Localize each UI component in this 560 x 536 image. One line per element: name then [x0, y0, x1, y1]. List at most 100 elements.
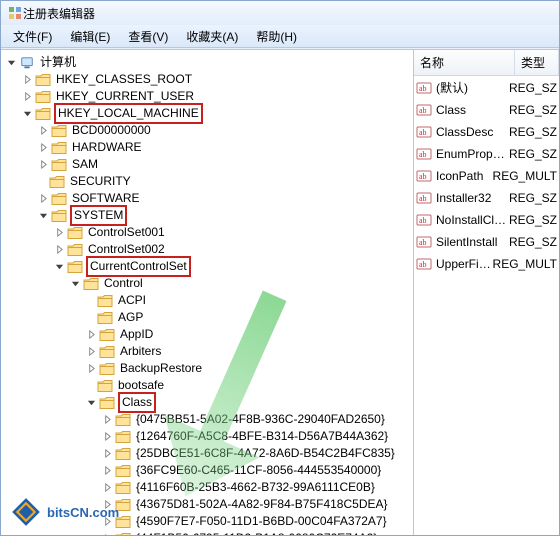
expander-icon[interactable]	[69, 278, 81, 290]
expander-icon[interactable]	[21, 91, 33, 103]
tree-label: ControlSet001	[86, 224, 167, 241]
value-type: REG_SZ	[509, 125, 557, 139]
tree-item-system[interactable]: SYSTEM	[5, 207, 413, 224]
folder-icon	[97, 379, 113, 393]
tree-item[interactable]: HARDWARE	[5, 139, 413, 156]
string-value-icon	[416, 234, 432, 250]
expander-icon[interactable]	[101, 533, 113, 536]
list-row[interactable]: NoInstallClassREG_SZ	[414, 209, 559, 231]
expander-icon[interactable]	[101, 516, 113, 528]
menu-file[interactable]: 文件(F)	[5, 26, 60, 47]
value-name: UpperFilters	[436, 257, 493, 271]
value-type: REG_SZ	[509, 235, 557, 249]
tree-item[interactable]: AppID	[5, 326, 413, 343]
expander-icon[interactable]	[101, 431, 113, 443]
expander-icon[interactable]	[37, 159, 49, 171]
tree-item[interactable]: {0475BB51-5A02-4F8B-936C-29040FAD2650}	[5, 411, 413, 428]
tree-label: Arbiters	[118, 343, 163, 360]
tree-label: {4116F60B-25B3-4662-B732-99A6111CE0B}	[134, 479, 377, 496]
tree-item-class[interactable]: Class	[5, 394, 413, 411]
expander-icon[interactable]	[37, 142, 49, 154]
col-header-name[interactable]: 名称	[414, 50, 515, 75]
expander-icon[interactable]	[53, 261, 65, 273]
expander-icon[interactable]	[21, 74, 33, 86]
folder-icon	[115, 498, 131, 512]
expander-icon[interactable]	[101, 465, 113, 477]
value-type: REG_SZ	[509, 191, 557, 205]
folder-icon	[99, 396, 115, 410]
value-type: REG_MULT	[493, 169, 557, 183]
tree-item[interactable]: SOFTWARE	[5, 190, 413, 207]
tree-item[interactable]: BackupRestore	[5, 360, 413, 377]
expander-icon[interactable]	[101, 482, 113, 494]
tree-item-ccs[interactable]: CurrentControlSet	[5, 258, 413, 275]
tree-item[interactable]: {4116F60B-25B3-4662-B732-99A6111CE0B}	[5, 479, 413, 496]
tree-item[interactable]: {44F1B56-6795-11D2-B1A8-0080C72E74A2}	[5, 530, 413, 535]
list-row[interactable]: UpperFiltersREG_MULT	[414, 253, 559, 275]
computer-icon	[19, 56, 35, 70]
tree-label: SAM	[70, 156, 100, 173]
menubar: 文件(F) 编辑(E) 查看(V) 收藏夹(A) 帮助(H)	[1, 25, 559, 48]
tree-item[interactable]: BCD00000000	[5, 122, 413, 139]
tree-label: {0475BB51-5A02-4F8B-936C-29040FAD2650}	[134, 411, 387, 428]
tree-item[interactable]: bootsafe	[5, 377, 413, 394]
tree-item[interactable]: ControlSet001	[5, 224, 413, 241]
tree-item-hklm[interactable]: HKEY_LOCAL_MACHINE	[5, 105, 413, 122]
expander-icon[interactable]	[101, 499, 113, 511]
tree-pane[interactable]: 计算机 HKEY_CLASSES_ROOT HKEY_CURRENT_USER …	[1, 50, 414, 535]
tree-item[interactable]: {36FC9E60-C465-11CF-8056-444553540000}	[5, 462, 413, 479]
tree-item[interactable]: {1264760F-A5C8-4BFE-B314-D56A7B44A362}	[5, 428, 413, 445]
expander-icon[interactable]	[85, 397, 97, 409]
folder-icon	[51, 209, 67, 223]
expander-icon[interactable]	[5, 57, 17, 69]
tree-item[interactable]: {25DBCE51-6C8F-4A72-8A6D-B54C2B4FC835}	[5, 445, 413, 462]
tree-root[interactable]: 计算机	[5, 54, 413, 71]
expander-icon[interactable]	[53, 244, 65, 256]
value-type: REG_SZ	[509, 213, 557, 227]
list-row[interactable]: SilentInstallREG_SZ	[414, 231, 559, 253]
folder-icon	[115, 515, 131, 529]
string-value-icon	[416, 124, 432, 140]
value-type: REG_MULT	[493, 257, 557, 271]
window-title: 注册表编辑器	[23, 5, 95, 22]
expander-icon[interactable]	[101, 448, 113, 460]
col-header-type[interactable]: 类型	[515, 50, 559, 75]
expander-icon[interactable]	[85, 346, 97, 358]
list-row[interactable]: ClassREG_SZ	[414, 99, 559, 121]
expander-icon[interactable]	[37, 210, 49, 222]
tree-item[interactable]: {43675D81-502A-4A82-9F84-B75F418C5DEA}	[5, 496, 413, 513]
expander-icon[interactable]	[85, 329, 97, 341]
list-row[interactable]: (默认)REG_SZ	[414, 76, 559, 99]
tree-item[interactable]: SAM	[5, 156, 413, 173]
tree-item[interactable]: ControlSet002	[5, 241, 413, 258]
expander-icon[interactable]	[21, 108, 33, 120]
menu-view[interactable]: 查看(V)	[120, 26, 176, 47]
expander-icon[interactable]	[85, 363, 97, 375]
tree-item-control[interactable]: Control	[5, 275, 413, 292]
folder-icon	[115, 447, 131, 461]
list-row[interactable]: EnumPropPag...REG_SZ	[414, 143, 559, 165]
list-row[interactable]: Installer32REG_SZ	[414, 187, 559, 209]
tree-label: HARDWARE	[70, 139, 144, 156]
tree-item[interactable]: Arbiters	[5, 343, 413, 360]
tree-item[interactable]: SECURITY	[5, 173, 413, 190]
regedit-window: 注册表编辑器 文件(F) 编辑(E) 查看(V) 收藏夹(A) 帮助(H) 计算…	[0, 0, 560, 536]
tree-label: BCD00000000	[70, 122, 153, 139]
tree-item-hkcr[interactable]: HKEY_CLASSES_ROOT	[5, 71, 413, 88]
tree-label: AppID	[118, 326, 155, 343]
expander-icon[interactable]	[37, 125, 49, 137]
list-row[interactable]: IconPathREG_MULT	[414, 165, 559, 187]
tree-label: Class	[118, 392, 156, 413]
list-row[interactable]: ClassDescREG_SZ	[414, 121, 559, 143]
expander-icon[interactable]	[101, 414, 113, 426]
tree-item[interactable]: AGP	[5, 309, 413, 326]
folder-icon	[115, 430, 131, 444]
tree-item[interactable]: {4590F7E7-F050-11D1-B6BD-00C04FA372A7}	[5, 513, 413, 530]
values-pane[interactable]: 名称 类型 (默认)REG_SZClassREG_SZClassDescREG_…	[414, 50, 559, 535]
menu-edit[interactable]: 编辑(E)	[62, 26, 118, 47]
menu-help[interactable]: 帮助(H)	[248, 26, 305, 47]
menu-favorites[interactable]: 收藏夹(A)	[178, 26, 246, 47]
tree-item[interactable]: ACPI	[5, 292, 413, 309]
expander-icon[interactable]	[37, 193, 49, 205]
expander-icon[interactable]	[53, 227, 65, 239]
